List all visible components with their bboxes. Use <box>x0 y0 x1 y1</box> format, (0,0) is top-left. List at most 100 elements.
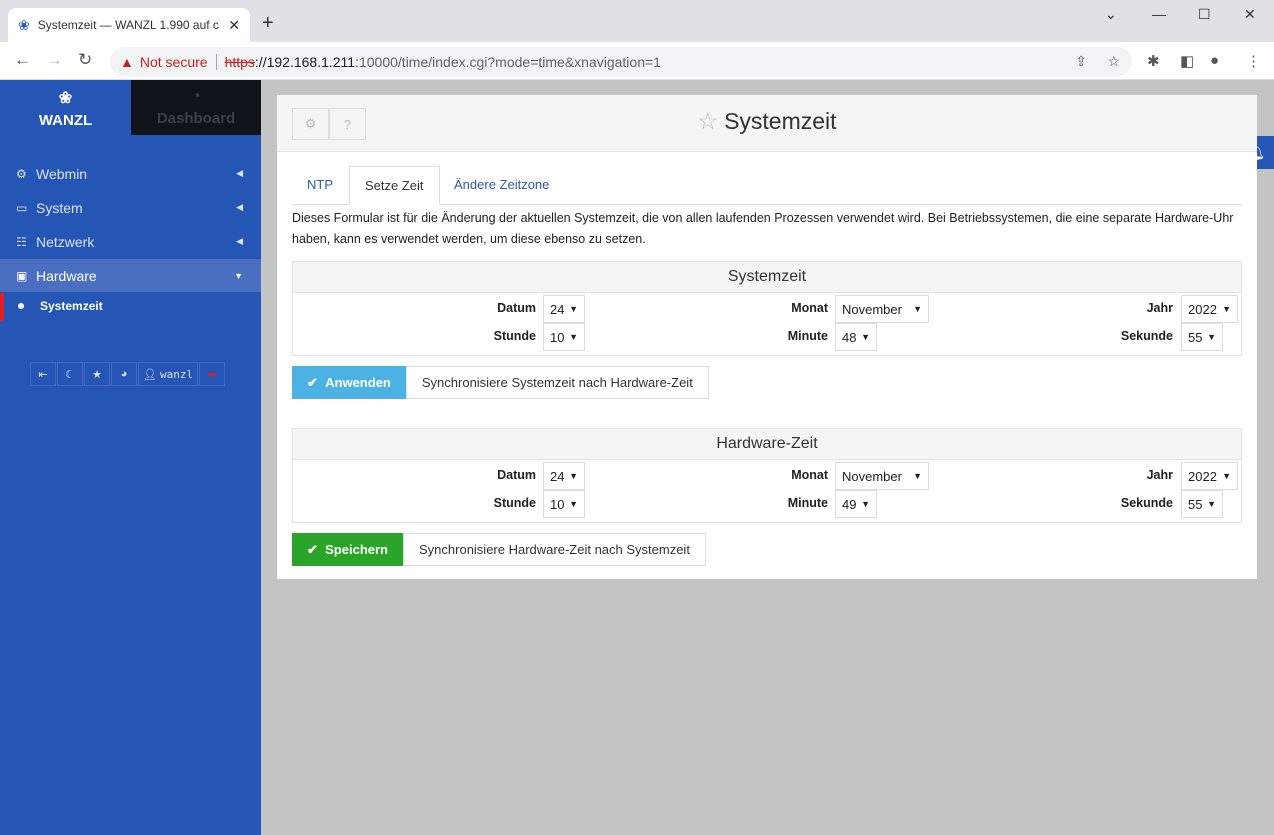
select-datum[interactable]: 24 ▼ <box>543 462 585 490</box>
minimize-button[interactable]: — <box>1152 6 1166 22</box>
menu-icon[interactable]: ⋮ <box>1246 52 1261 70</box>
select-value: 24 <box>550 301 565 317</box>
label-minute: Minute <box>787 496 828 510</box>
label-sekunde: Sekunde <box>1120 329 1173 343</box>
section-title: Systemzeit <box>293 262 1241 293</box>
forward-icon[interactable]: → <box>46 50 63 70</box>
button-label: Speichern <box>325 542 388 557</box>
dropdown-arrow-icon: ▼ <box>861 332 870 342</box>
dropdown-arrow-icon: ▼ <box>569 499 578 509</box>
dropdown-arrow-icon: ▼ <box>1222 304 1231 314</box>
user-cog-icon: 👤︎ <box>143 368 157 381</box>
tab-search-icon[interactable]: ⌄ <box>1105 6 1117 23</box>
check-circle-icon: ✔ <box>307 541 318 557</box>
maximize-button[interactable]: ☐ <box>1198 6 1211 23</box>
browser-tab[interactable]: ❀ Systemzeit — WANZL 1.990 auf c ✕ <box>8 8 250 42</box>
select-value: 55 <box>1188 329 1203 345</box>
sidebar-item-label: Hardware <box>36 267 97 284</box>
dropdown-arrow-icon: ▼ <box>913 304 922 314</box>
apply-button[interactable]: ✔ Anwenden <box>292 366 406 399</box>
tab-setze-zeit[interactable]: Setze Zeit <box>349 166 440 205</box>
tabs: NTP Setze Zeit Ändere Zeitzone <box>292 166 1242 205</box>
dropdown-arrow-icon: ▼ <box>569 332 578 342</box>
button-row: ✔ Anwenden Synchronisiere Systemzeit nach… <box>292 366 709 399</box>
extensions-icon[interactable]: ✱ <box>1147 52 1160 70</box>
tab-aendere-zeitzone[interactable]: Ändere Zeitzone <box>439 166 564 205</box>
label-jahr: Jahr <box>1146 301 1173 315</box>
share-icon[interactable]: ⇪ <box>1075 53 1087 70</box>
select-value: November <box>842 468 902 484</box>
favorite-star-icon[interactable]: ☆ <box>697 108 718 134</box>
label-sekunde: Sekunde <box>1120 496 1173 510</box>
address-bar[interactable]: ▲ Not secure https://192.168.1.211:10000… <box>110 47 1132 76</box>
sync-button[interactable]: Synchronisiere Hardware-Zeit nach System… <box>403 533 706 566</box>
profile-icon[interactable]: ● <box>1210 52 1219 69</box>
caret-down-icon: ▼ <box>234 270 243 281</box>
select-stunde[interactable]: 10 ▼ <box>543 323 585 351</box>
dashboard-label: Dashboard <box>156 110 236 127</box>
sidebar: ❀ WANZL ◔ Dashboard ⚙ Webmin ◀ ▭ System ◀ ☷ Net… <box>0 80 261 835</box>
sidebar-item-netzwerk[interactable]: ☷ Netzwerk ◀ <box>0 225 261 258</box>
collapse-icon[interactable]: ⇤ <box>30 362 56 386</box>
select-datum[interactable]: 24 ▼ <box>543 295 585 323</box>
bookmark-star-icon[interactable]: ☆ <box>1107 53 1120 70</box>
caret-left-icon: ◀ <box>236 236 243 246</box>
sidebar-item-system[interactable]: ▭ System ◀ <box>0 191 261 224</box>
select-jahr[interactable]: 2022 ▼ <box>1181 295 1238 323</box>
new-tab-button[interactable]: + <box>262 12 274 35</box>
caret-left-icon: ◀ <box>236 168 243 178</box>
dropdown-arrow-icon: ▼ <box>569 471 578 481</box>
label-monat: Monat <box>791 301 828 315</box>
user-settings-button[interactable]: 👤︎ wanzl <box>138 362 199 386</box>
warning-icon: ▲ <box>120 53 134 70</box>
sync-button[interactable]: Synchronisiere Systemzeit nach Hardware-… <box>405 366 709 399</box>
star-icon[interactable]: ★ <box>84 362 110 386</box>
label-monat: Monat <box>791 468 828 482</box>
url-path: :10000/time/index.cgi?mode=time&xnavigat… <box>355 53 661 70</box>
brand-link[interactable]: ❀ WANZL <box>0 80 131 135</box>
browser-toolbar: ← → ↻ ▲ Not secure https://192.168.1.211… <box>0 42 1274 80</box>
tab-ntp[interactable]: NTP <box>292 166 348 205</box>
brand-label: WANZL <box>38 112 93 129</box>
moon-icon[interactable]: ☾ <box>57 362 83 386</box>
dashboard-link[interactable]: ◔ Dashboard <box>131 80 261 135</box>
dropdown-arrow-icon: ▼ <box>913 471 922 481</box>
select-value: 10 <box>550 496 565 512</box>
quick-actions: ⇤ ☾ ★ ◕ 👤︎ wanzl ➡ <box>30 362 226 386</box>
sidebar-subitem-systemzeit[interactable]: Systemzeit <box>0 293 261 321</box>
side-panel-icon[interactable]: ◧ <box>1180 52 1194 70</box>
favicon-icon: ❀ <box>18 16 30 33</box>
palette-icon[interactable]: ◕ <box>111 362 137 386</box>
dropdown-arrow-icon: ▼ <box>569 304 578 314</box>
select-value: 10 <box>550 329 565 345</box>
select-monat[interactable]: November ▼ <box>835 462 929 490</box>
logout-icon[interactable]: ➡ <box>199 362 226 386</box>
description: Dieses Formular ist für die Änderung der… <box>292 211 1234 246</box>
select-monat[interactable]: November ▼ <box>835 295 929 323</box>
security-label[interactable]: Not secure <box>140 54 208 70</box>
dropdown-arrow-icon: ▼ <box>861 499 870 509</box>
select-stunde[interactable]: 10 ▼ <box>543 490 585 518</box>
select-jahr[interactable]: 2022 ▼ <box>1181 462 1238 490</box>
save-button[interactable]: ✔ Speichern <box>292 533 403 566</box>
select-sekunde[interactable]: 55 ▼ <box>1181 323 1223 351</box>
select-sekunde[interactable]: 55 ▼ <box>1181 490 1223 518</box>
reload-icon[interactable]: ↻ <box>78 50 92 70</box>
page-title: Systemzeit <box>724 108 837 134</box>
time-section: Hardware-Zeit Datum 24 ▼ Monat November ▼ Jahr 2… <box>292 428 1242 523</box>
close-tab-icon[interactable]: ✕ <box>228 17 240 34</box>
dropdown-arrow-icon: ▼ <box>1222 471 1231 481</box>
divider <box>215 53 217 70</box>
select-minute[interactable]: 48 ▼ <box>835 323 877 351</box>
url-host: ://192.168.1.211 <box>254 53 356 70</box>
bullet-icon <box>18 303 24 309</box>
section-title: Hardware-Zeit <box>293 429 1241 460</box>
sidebar-item-label: Webmin <box>36 165 88 182</box>
sidebar-item-webmin[interactable]: ⚙ Webmin ◀ <box>0 157 261 190</box>
sidebar-item-hardware[interactable]: ▣ Hardware ▼ <box>0 259 261 292</box>
active-marker <box>0 293 4 321</box>
url-scheme: https <box>224 53 255 70</box>
close-window-button[interactable]: ✕ <box>1244 6 1256 23</box>
back-icon[interactable]: ← <box>14 50 31 70</box>
select-minute[interactable]: 49 ▼ <box>835 490 877 518</box>
